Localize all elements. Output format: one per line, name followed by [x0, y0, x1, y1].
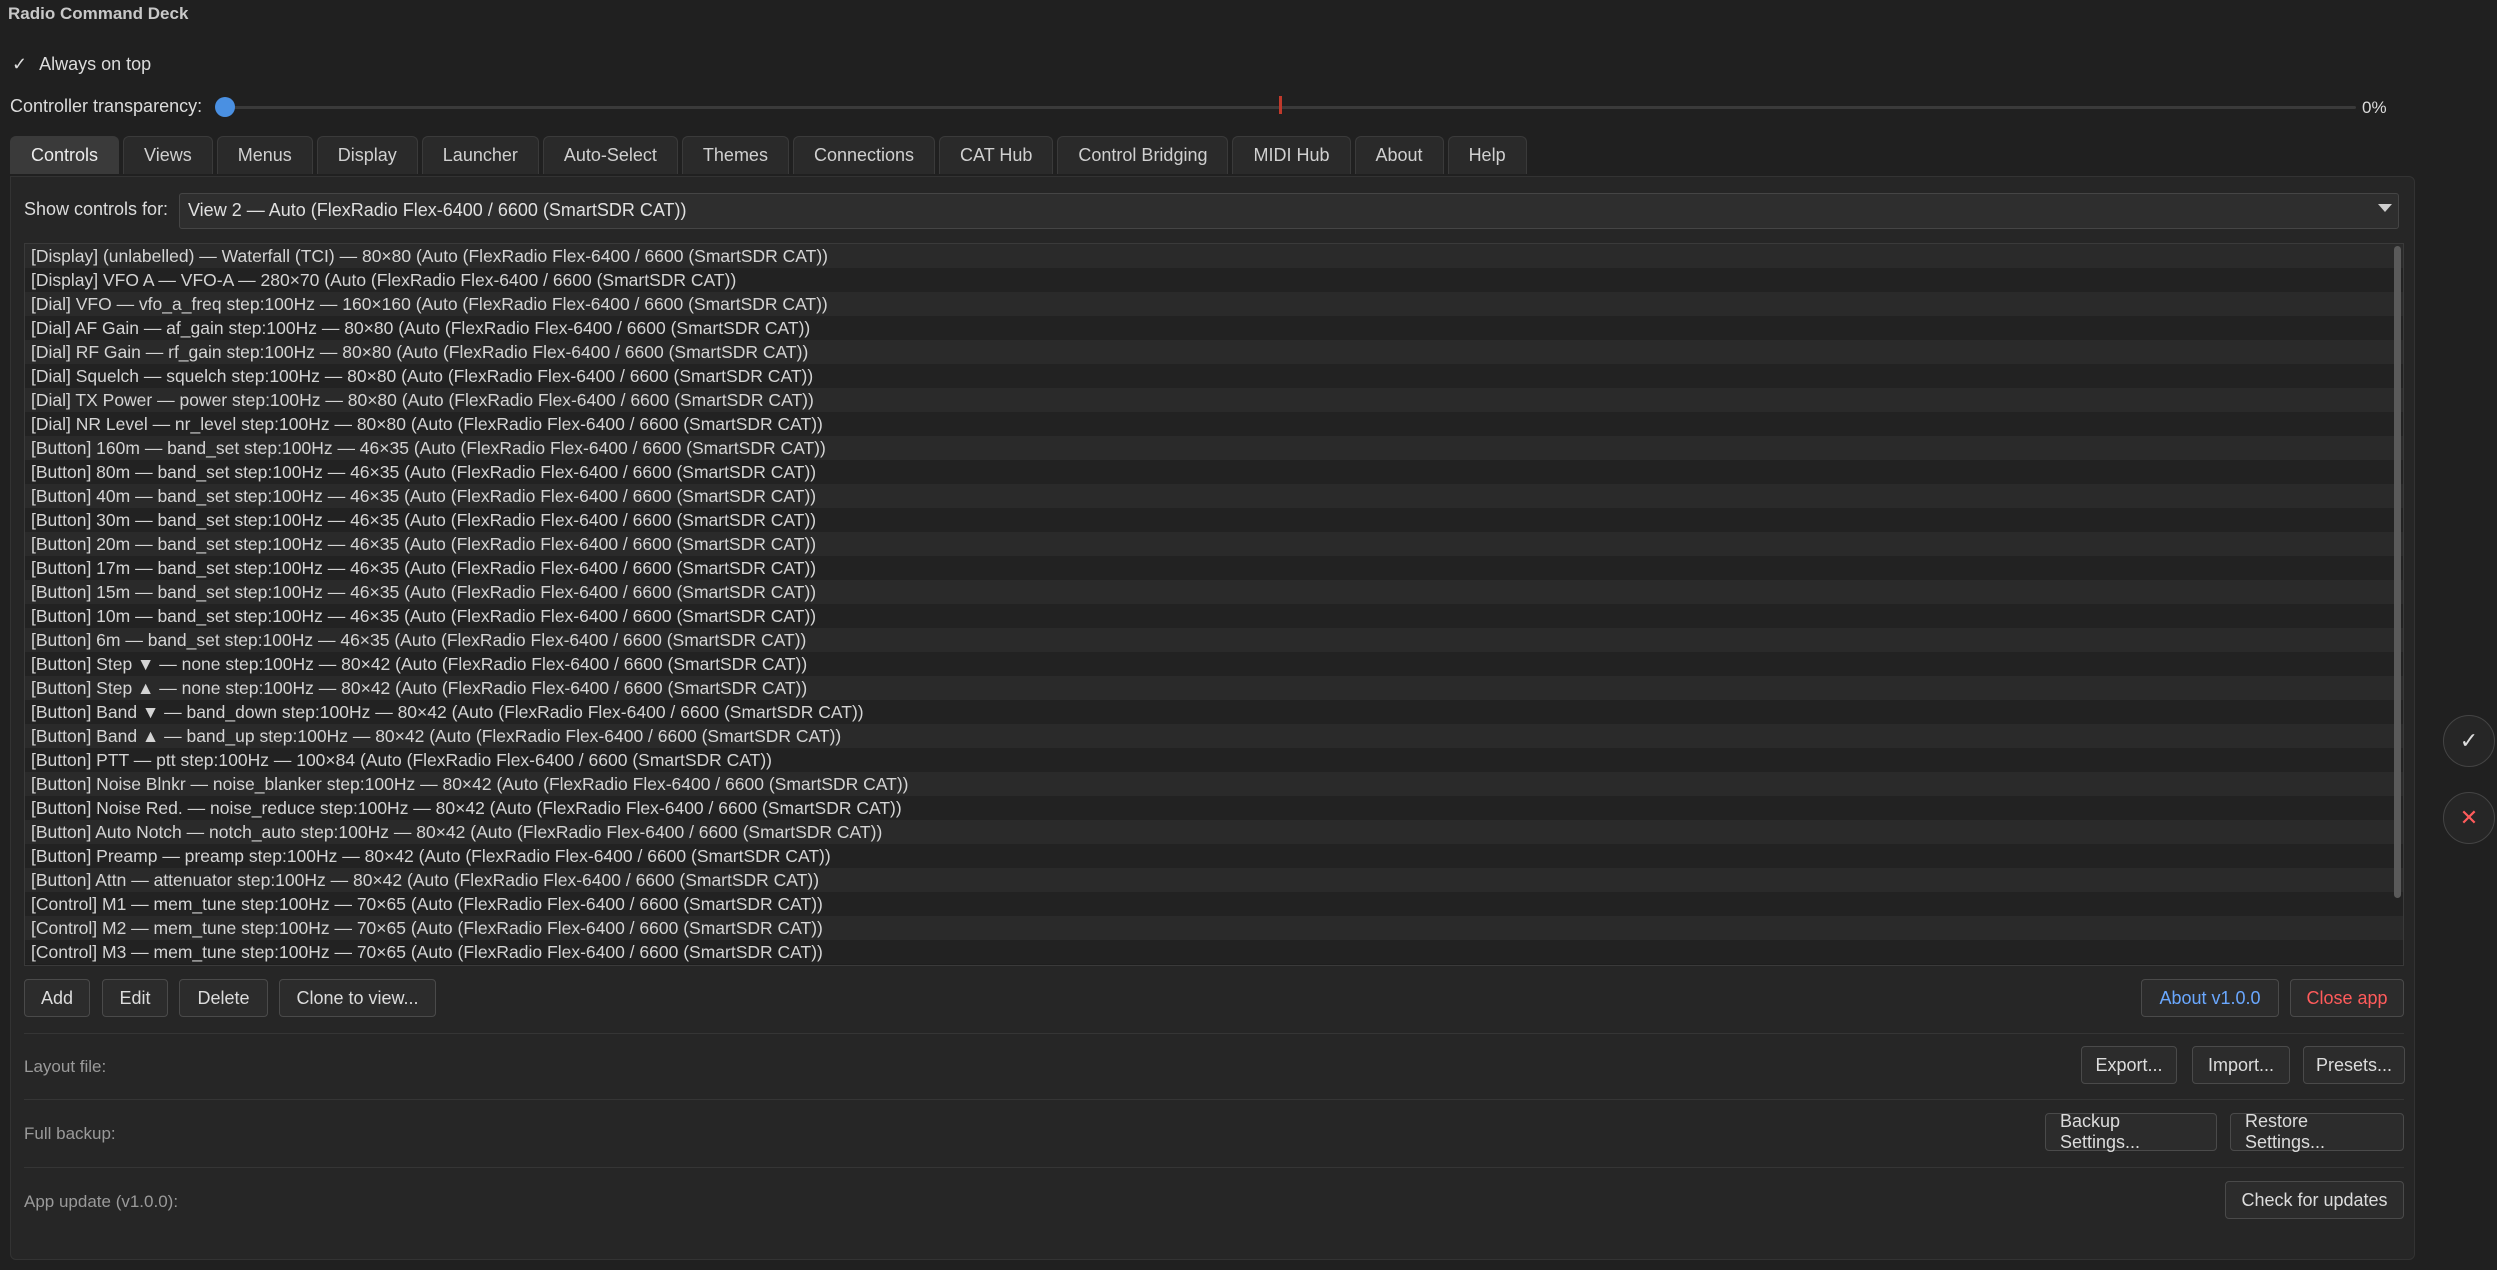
tab-launcher[interactable]: Launcher	[421, 136, 539, 174]
backup-settings-button[interactable]: Backup Settings...	[2045, 1111, 2217, 1152]
tab-control-bridging[interactable]: Control Bridging	[1057, 136, 1229, 174]
list-item[interactable]: [Button] 15m — band_set step:100Hz — 46×…	[25, 580, 2403, 604]
list-item[interactable]: [Button] 40m — band_set step:100Hz — 46×…	[25, 484, 2403, 508]
list-item[interactable]: [Display] (unlabelled) — Waterfall (TCI)…	[25, 244, 2403, 268]
list-item[interactable]: [Button] 30m — band_set step:100Hz — 46×…	[25, 508, 2403, 532]
transparency-label: Controller transparency:	[10, 96, 203, 116]
transparency-value: 0%	[2362, 98, 2387, 117]
tab-menus[interactable]: Menus	[216, 136, 313, 174]
view-select[interactable]: View 2 — Auto (FlexRadio Flex-6400 / 660…	[179, 193, 2399, 229]
confirm-check-icon[interactable]: ✓	[2443, 715, 2495, 767]
list-item[interactable]: [Button] Auto Notch — notch_auto step:10…	[25, 820, 2403, 844]
list-item[interactable]: [Button] Band ▲ — band_up step:100Hz — 8…	[25, 724, 2403, 748]
divider	[24, 1033, 2404, 1034]
divider	[24, 1099, 2404, 1100]
list-item[interactable]: [Button] PTT — ptt step:100Hz — 100×84 (…	[25, 748, 2403, 772]
list-item[interactable]: [Dial] AF Gain — af_gain step:100Hz — 80…	[25, 316, 2403, 340]
transparency-row: Controller transparency: 0%	[10, 96, 2470, 120]
slider-midpoint-marker	[1279, 96, 1282, 114]
list-scrollbar[interactable]	[2394, 246, 2401, 898]
tab-about[interactable]: About	[1354, 136, 1444, 174]
view-select-value: View 2 — Auto (FlexRadio Flex-6400 / 660…	[188, 200, 687, 220]
list-item[interactable]: [Button] 17m — band_set step:100Hz — 46×…	[25, 556, 2403, 580]
list-item[interactable]: [Display] VFO A — VFO-A — 280×70 (Auto (…	[25, 268, 2403, 292]
app-update-label: App update (v1.0.0):	[24, 1192, 179, 1211]
tab-auto-select[interactable]: Auto-Select	[542, 136, 678, 174]
clone-to-view-button[interactable]: Clone to view...	[279, 979, 436, 1017]
tab-display[interactable]: Display	[316, 136, 418, 174]
list-item[interactable]: [Button] Preamp — preamp step:100Hz — 80…	[25, 844, 2403, 868]
list-item[interactable]: [Dial] VFO — vfo_a_freq step:100Hz — 160…	[25, 292, 2403, 316]
tab-help[interactable]: Help	[1447, 136, 1527, 174]
full-backup-label: Full backup:	[24, 1124, 116, 1143]
list-item[interactable]: [Control] M3 — mem_tune step:100Hz — 70×…	[25, 940, 2403, 964]
cancel-close-icon[interactable]: ✕	[2443, 792, 2495, 844]
slider-handle[interactable]	[215, 97, 235, 117]
divider	[24, 1167, 2404, 1168]
list-item[interactable]: [Button] Step ▲ — none step:100Hz — 80×4…	[25, 676, 2403, 700]
restore-settings-button[interactable]: Restore Settings...	[2230, 1111, 2404, 1152]
chevron-down-icon[interactable]	[2378, 204, 2392, 212]
list-item[interactable]: [Button] 20m — band_set step:100Hz — 46×…	[25, 532, 2403, 556]
list-item[interactable]: [Dial] NR Level — nr_level step:100Hz — …	[25, 412, 2403, 436]
tab-bar: Controls Views Menus Display Launcher Au…	[10, 136, 1527, 176]
check-updates-button[interactable]: Check for updates	[2225, 1181, 2404, 1219]
list-item[interactable]: [Dial] RF Gain — rf_gain step:100Hz — 80…	[25, 340, 2403, 364]
tab-controls[interactable]: Controls	[10, 136, 120, 174]
close-app-button[interactable]: Close app	[2290, 979, 2404, 1017]
controls-list[interactable]: [Display] (unlabelled) — Waterfall (TCI)…	[24, 243, 2404, 966]
tab-themes[interactable]: Themes	[681, 136, 789, 174]
window-title: Radio Command Deck	[8, 4, 189, 23]
list-item[interactable]: [Button] 6m — band_set step:100Hz — 46×3…	[25, 628, 2403, 652]
list-item[interactable]: [Control] M2 — mem_tune step:100Hz — 70×…	[25, 916, 2403, 940]
list-item[interactable]: [Button] Step ▼ — none step:100Hz — 80×4…	[25, 652, 2403, 676]
edit-button[interactable]: Edit	[102, 979, 168, 1017]
always-on-top-checkbox[interactable]: ✓ Always on top	[12, 54, 151, 75]
tab-connections[interactable]: Connections	[792, 136, 936, 174]
presets-button[interactable]: Presets...	[2303, 1046, 2405, 1084]
layout-file-label: Layout file:	[24, 1057, 107, 1076]
tab-views[interactable]: Views	[123, 136, 213, 174]
about-version-button[interactable]: About v1.0.0	[2141, 979, 2279, 1017]
tab-cat-hub[interactable]: CAT Hub	[939, 136, 1054, 174]
list-item[interactable]: [Button] 160m — band_set step:100Hz — 46…	[25, 436, 2403, 460]
add-button[interactable]: Add	[24, 979, 90, 1017]
list-item[interactable]: [Button] 80m — band_set step:100Hz — 46×…	[25, 460, 2403, 484]
import-button[interactable]: Import...	[2192, 1046, 2290, 1084]
list-item[interactable]: [Button] Noise Blnkr — noise_blanker ste…	[25, 772, 2403, 796]
list-item[interactable]: [Button] 10m — band_set step:100Hz — 46×…	[25, 604, 2403, 628]
show-controls-label: Show controls for:	[24, 199, 169, 219]
checkmark-icon: ✓	[12, 54, 28, 74]
transparency-slider[interactable]	[226, 106, 2356, 109]
list-item[interactable]: [Control] M1 — mem_tune step:100Hz — 70×…	[25, 892, 2403, 916]
always-on-top-label: Always on top	[39, 54, 152, 74]
list-item[interactable]: [Dial] Squelch — squelch step:100Hz — 80…	[25, 364, 2403, 388]
delete-button[interactable]: Delete	[179, 979, 268, 1017]
export-button[interactable]: Export...	[2081, 1046, 2177, 1084]
list-item[interactable]: [Button] Attn — attenuator step:100Hz — …	[25, 868, 2403, 892]
list-item[interactable]: [Button] Noise Red. — noise_reduce step:…	[25, 796, 2403, 820]
list-item[interactable]: [Button] Band ▼ — band_down step:100Hz —…	[25, 700, 2403, 724]
controls-panel: Show controls for: View 2 — Auto (FlexRa…	[10, 176, 2415, 1260]
list-item[interactable]: [Dial] TX Power — power step:100Hz — 80×…	[25, 388, 2403, 412]
tab-midi-hub[interactable]: MIDI Hub	[1232, 136, 1351, 174]
